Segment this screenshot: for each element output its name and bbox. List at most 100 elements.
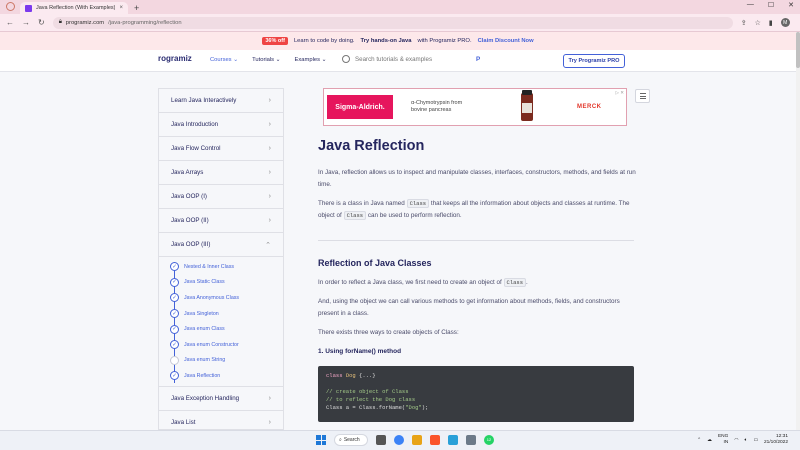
sidebar-submenu: ✓ Nested & Inner Class ✓ Java Static Class… (159, 257, 283, 387)
chevron-right-icon: › (268, 145, 271, 152)
claim-discount-link[interactable]: Claim Discount Now (478, 38, 534, 44)
sidebar-subitem[interactable]: ✓ Nested & Inner Class (170, 259, 273, 275)
whatsapp-icon[interactable]: 12 (484, 435, 494, 445)
browser-toolbar-icons: ⇪ ☆ ▮ M ⋮ (741, 18, 800, 27)
main-nav: Courses ⌄ Tutorials ⌄ Examples ⌄ (210, 57, 326, 63)
sidebar-item-exception-handling[interactable]: Java Exception Handling › (159, 387, 283, 411)
promo-banner: 36% off Learn to code by doing. Try hand… (0, 32, 796, 50)
windows-taskbar: ⌕ Search 12 ⌃ ☁ ENG IN ◠ 🔈︎ ▭ 12:31 21/10/2… (0, 430, 800, 450)
sidebar-item-oop-1[interactable]: Java OOP (I) › (159, 185, 283, 209)
tray-chevron-icon[interactable]: ⌃ (697, 438, 701, 443)
profile-avatar[interactable]: M (780, 18, 790, 27)
programiz-favicon-icon (25, 4, 32, 12)
check-circle-icon: ✓ (170, 309, 179, 319)
sidebar-subitem[interactable]: ✓ Java Static Class (170, 275, 273, 291)
sidebar-toggle-icon[interactable]: ▮ (769, 19, 773, 27)
settings-icon[interactable] (466, 435, 476, 445)
sidebar-item-java-list[interactable]: Java List › (159, 411, 283, 429)
sidebar-item-oop-3[interactable]: Java OOP (III) ⌃ (159, 233, 283, 257)
clock[interactable]: 12:31 21/10/2022 (764, 434, 788, 446)
inline-code: Class (406, 199, 430, 208)
divider (318, 240, 634, 241)
edge-icon[interactable] (448, 435, 458, 445)
cloud-icon[interactable]: ☁ (707, 438, 712, 443)
nav-courses[interactable]: Courses ⌄ (210, 57, 238, 63)
sidebar-item-oop-2[interactable]: Java OOP (II) › (159, 209, 283, 233)
minimize-button[interactable]: — (747, 1, 754, 9)
chrome-icon[interactable] (394, 435, 404, 445)
scrollbar-thumb[interactable] (796, 32, 800, 68)
ad-text: α-Chymotrypsin from bovine pancreas (411, 100, 463, 113)
sidebar-item-introduction[interactable]: Java Introduction › (159, 113, 283, 137)
try-pro-button[interactable]: Try Programiz PRO (563, 54, 625, 68)
sidebar-item-arrays[interactable]: Java Arrays › (159, 161, 283, 185)
promo-text-tail: with Programiz PRO. (417, 38, 472, 44)
subsection-heading: 1. Using forName() method (318, 348, 402, 355)
sidebar-subitem[interactable]: ✓ Java enum Constructor (170, 337, 273, 353)
browser-tab[interactable]: Java Reflection (With Examples) × (20, 2, 128, 14)
tab-close-icon[interactable]: × (119, 5, 123, 11)
file-explorer-icon[interactable] (412, 435, 422, 445)
intro-paragraph: In Java, reflection allows us to inspect… (318, 169, 636, 189)
paragraph: And, using the object we can call variou… (318, 298, 620, 318)
adchoices-icon[interactable]: ▷ ✕ (616, 90, 624, 96)
language-indicator[interactable]: ENG IN (718, 434, 728, 446)
brave-icon[interactable] (430, 435, 440, 445)
promo-text-bold: Try hands-on Java (360, 38, 412, 44)
tab-search-icon[interactable] (6, 2, 15, 11)
page-scrollbar[interactable] (796, 32, 800, 430)
reload-icon[interactable]: ↻ (38, 18, 45, 27)
sidebar-subitem[interactable]: ✓ Java Anonymous Class (170, 290, 273, 306)
empty-circle-icon (170, 355, 179, 365)
speaker-icon[interactable]: 🔈︎ (745, 437, 748, 443)
chevron-right-icon: › (268, 169, 271, 176)
close-window-button[interactable]: ✕ (788, 1, 794, 9)
nav-tutorials[interactable]: Tutorials ⌄ (252, 57, 280, 63)
sidebar-subitem-active[interactable]: ✓ Java Reflection (170, 368, 273, 384)
merck-logo: MERCK (577, 104, 602, 110)
chevron-right-icon: › (268, 121, 271, 128)
task-view-icon[interactable] (376, 435, 386, 445)
battery-icon[interactable]: ▭ (753, 438, 758, 443)
programiz-logo[interactable]: Programiz (158, 54, 480, 63)
chevron-right-icon: › (268, 97, 271, 104)
search-icon (342, 55, 350, 63)
check-circle-icon: ✓ (170, 324, 179, 334)
table-of-contents-button[interactable] (635, 89, 650, 103)
maximize-button[interactable]: ☐ (768, 1, 774, 9)
advertisement[interactable]: Sigma-Aldrich. α-Chymotrypsin from bovine… (323, 88, 627, 126)
check-circle-icon: ✓ (170, 277, 179, 287)
sidebar-item-flow-control[interactable]: Java Flow Control › (159, 137, 283, 161)
check-circle-icon: ✓ (170, 262, 179, 272)
back-icon[interactable]: ← (6, 18, 14, 27)
new-tab-button[interactable]: + (134, 2, 139, 14)
windows-start-icon[interactable] (316, 435, 326, 445)
paragraph: In order to reflect a Java class, we fir… (318, 278, 528, 287)
share-icon[interactable]: ⇪ (741, 19, 747, 27)
forward-icon[interactable]: → (22, 18, 30, 27)
sidebar-subitem[interactable]: ✓ Java enum Class (170, 321, 273, 337)
page-title: Java Reflection (318, 138, 425, 154)
bookmark-star-icon[interactable]: ☆ (755, 19, 761, 27)
chevron-right-icon: › (268, 394, 271, 402)
browser-tab-bar: Java Reflection (With Examples) × + — ☐ … (0, 0, 800, 14)
chevron-right-icon: › (268, 217, 271, 224)
system-tray: ⌃ ☁ ENG IN ◠ 🔈︎ ▭ 12:31 21/10/2022 (697, 434, 788, 446)
sidebar-subitem[interactable]: Java enum String (170, 353, 273, 369)
sidebar: Learn Java Interactively › Java Introduct… (158, 88, 284, 430)
tab-title: Java Reflection (With Examples) (36, 5, 116, 11)
url-field[interactable]: 🔒︎ programiz.com/java-programming/reflec… (52, 16, 733, 29)
site-search[interactable]: Search tutorials & examples (342, 55, 432, 63)
chevron-right-icon: › (268, 418, 271, 426)
nav-examples[interactable]: Examples ⌄ (295, 57, 327, 63)
check-circle-icon: ✓ (170, 340, 179, 350)
inline-code: Class (503, 278, 527, 287)
chevron-up-icon: ⌃ (265, 241, 271, 249)
sidebar-subitem[interactable]: ✓ Java Singleton (170, 306, 273, 322)
wifi-icon[interactable]: ◠ (734, 438, 738, 443)
window-controls: — ☐ ✕ (747, 1, 794, 9)
taskbar-search[interactable]: ⌕ Search (334, 434, 368, 446)
sidebar-item-learn-java[interactable]: Learn Java Interactively › (159, 89, 283, 113)
code-block[interactable]: class Dog {...} // create object of Clas… (318, 366, 634, 422)
inline-code: Class (343, 211, 367, 221)
